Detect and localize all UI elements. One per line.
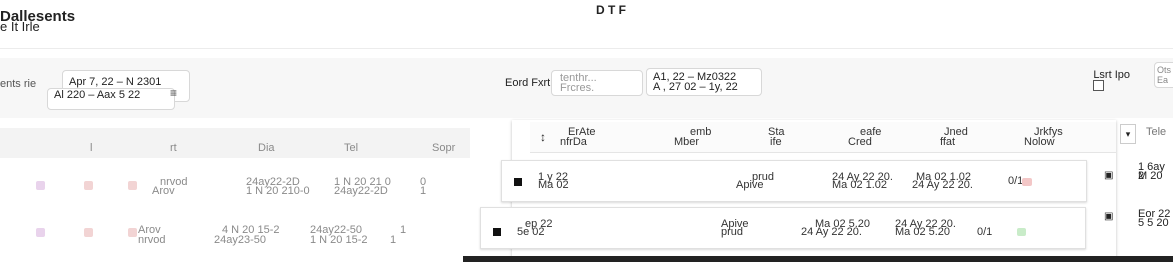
top-bar bbox=[0, 0, 1173, 49]
cell: 1 bbox=[400, 224, 407, 236]
col-actions-2: Nolow bbox=[1024, 136, 1055, 148]
cell: 1 N 20 15-2 bbox=[310, 234, 368, 246]
row-color-dot bbox=[128, 181, 137, 190]
table-row[interactable]: Arov nrvod 4 N 20 15-2 24ay23-50 24ay22-… bbox=[0, 216, 470, 252]
row-color-dot bbox=[36, 228, 45, 237]
col-member-2: Mber bbox=[674, 136, 700, 148]
menu-icon[interactable]: ≡ bbox=[170, 86, 177, 100]
right-date-range-2: A , 27 02 – 1y, 22 bbox=[653, 81, 738, 93]
cell: Arov bbox=[152, 185, 175, 197]
export-checkbox[interactable] bbox=[1093, 80, 1104, 91]
sort-icon[interactable]: ↕ bbox=[540, 130, 546, 144]
column-overflow-label: Tele bbox=[1146, 126, 1167, 138]
left-col-1: l bbox=[90, 142, 93, 154]
row-color-dot bbox=[84, 228, 93, 237]
row-color-dot bbox=[128, 228, 137, 237]
left-col-5: Sopr bbox=[432, 142, 456, 154]
cell-status-2: Apive bbox=[736, 179, 764, 191]
export-label: Lsrt Ipo bbox=[1093, 69, 1130, 81]
cell: 1 bbox=[390, 234, 397, 246]
row-color-dot bbox=[36, 181, 45, 190]
cell: 1 N 20 210-0 bbox=[246, 185, 310, 197]
cell-date-2: 5e 02 bbox=[517, 226, 545, 238]
cell: 1 bbox=[420, 185, 427, 197]
cell: 24ay23-50 bbox=[214, 234, 266, 246]
cell-date-2: Ma 02 bbox=[538, 179, 569, 191]
cell-count: 0/1 bbox=[977, 226, 993, 238]
col-status-2: ife bbox=[770, 136, 782, 148]
col-joined-2: ffat bbox=[940, 136, 956, 148]
page-subtitle: e It Irle bbox=[0, 19, 40, 34]
table-row[interactable]: nrvod Arov 24ay22-2D 1 N 20 210-0 1 N 20… bbox=[0, 170, 470, 206]
left-table-header: l rt Dia Tel Sopr bbox=[0, 128, 470, 158]
cell: nrvod bbox=[138, 234, 166, 246]
status-badge bbox=[1017, 228, 1026, 236]
col-created-2: Cred bbox=[848, 136, 872, 148]
bottom-scrollbar[interactable] bbox=[463, 256, 1173, 262]
export-button[interactable]: Ots Ea bbox=[1154, 62, 1173, 88]
table-row[interactable]: ep 22 5e 02 Apive prud Ma 02 5.20 24 Ay … bbox=[480, 207, 1086, 249]
column-menu-button[interactable]: ▾ bbox=[1120, 124, 1136, 144]
left-filter-label: ents rie bbox=[0, 78, 37, 90]
side-text-2: 5 5 20 bbox=[1138, 217, 1169, 229]
left-col-2: rt bbox=[170, 142, 177, 154]
cell-count: 0/1 bbox=[1008, 175, 1024, 187]
cell-created-2: 24 Ay 22 20. bbox=[801, 226, 862, 238]
cell-joined-2: Ma 02 5.20 bbox=[895, 226, 951, 238]
cell-created-2: Ma 02 1.02 bbox=[832, 179, 888, 191]
calendar-icon: ▣ bbox=[1104, 211, 1114, 222]
row-checkbox[interactable] bbox=[514, 178, 522, 186]
right-filter-label: Eord Fxrt bbox=[505, 77, 551, 89]
side-text-2: M 20 bbox=[1138, 170, 1163, 182]
col-date-2: nfrDa bbox=[560, 136, 587, 148]
left-col-4: Tel bbox=[344, 142, 359, 154]
table-row[interactable]: 1 y 22 Ma 02 prud Apive 24 Ay 22 20. Ma … bbox=[501, 160, 1087, 202]
cell-status-2: prud bbox=[721, 226, 744, 238]
status-badge bbox=[1022, 178, 1032, 186]
search-sub: Frcres. bbox=[560, 82, 595, 94]
cell-joined-2: 24 Ay 22 20. bbox=[912, 179, 973, 191]
members-table-header: ↕ ErAte nfrDa emb Mber Sta ife eafe Cred… bbox=[530, 122, 1116, 153]
row-checkbox[interactable] bbox=[493, 228, 501, 236]
left-date-range-input-2[interactable]: Al 220 – Aax 5 22 bbox=[47, 88, 175, 110]
cell: 24ay22-2D bbox=[334, 185, 388, 197]
row-color-dot bbox=[84, 181, 93, 190]
calendar-icon: ▣ bbox=[1104, 170, 1114, 181]
search-input[interactable]: tenthr... Frcres. bbox=[551, 70, 643, 96]
right-date-range-input[interactable]: A1, 22 – Mz0322 A , 27 02 – 1y, 22 bbox=[646, 68, 762, 96]
center-title: D T F bbox=[596, 3, 626, 17]
left-col-3: Dia bbox=[258, 142, 275, 154]
